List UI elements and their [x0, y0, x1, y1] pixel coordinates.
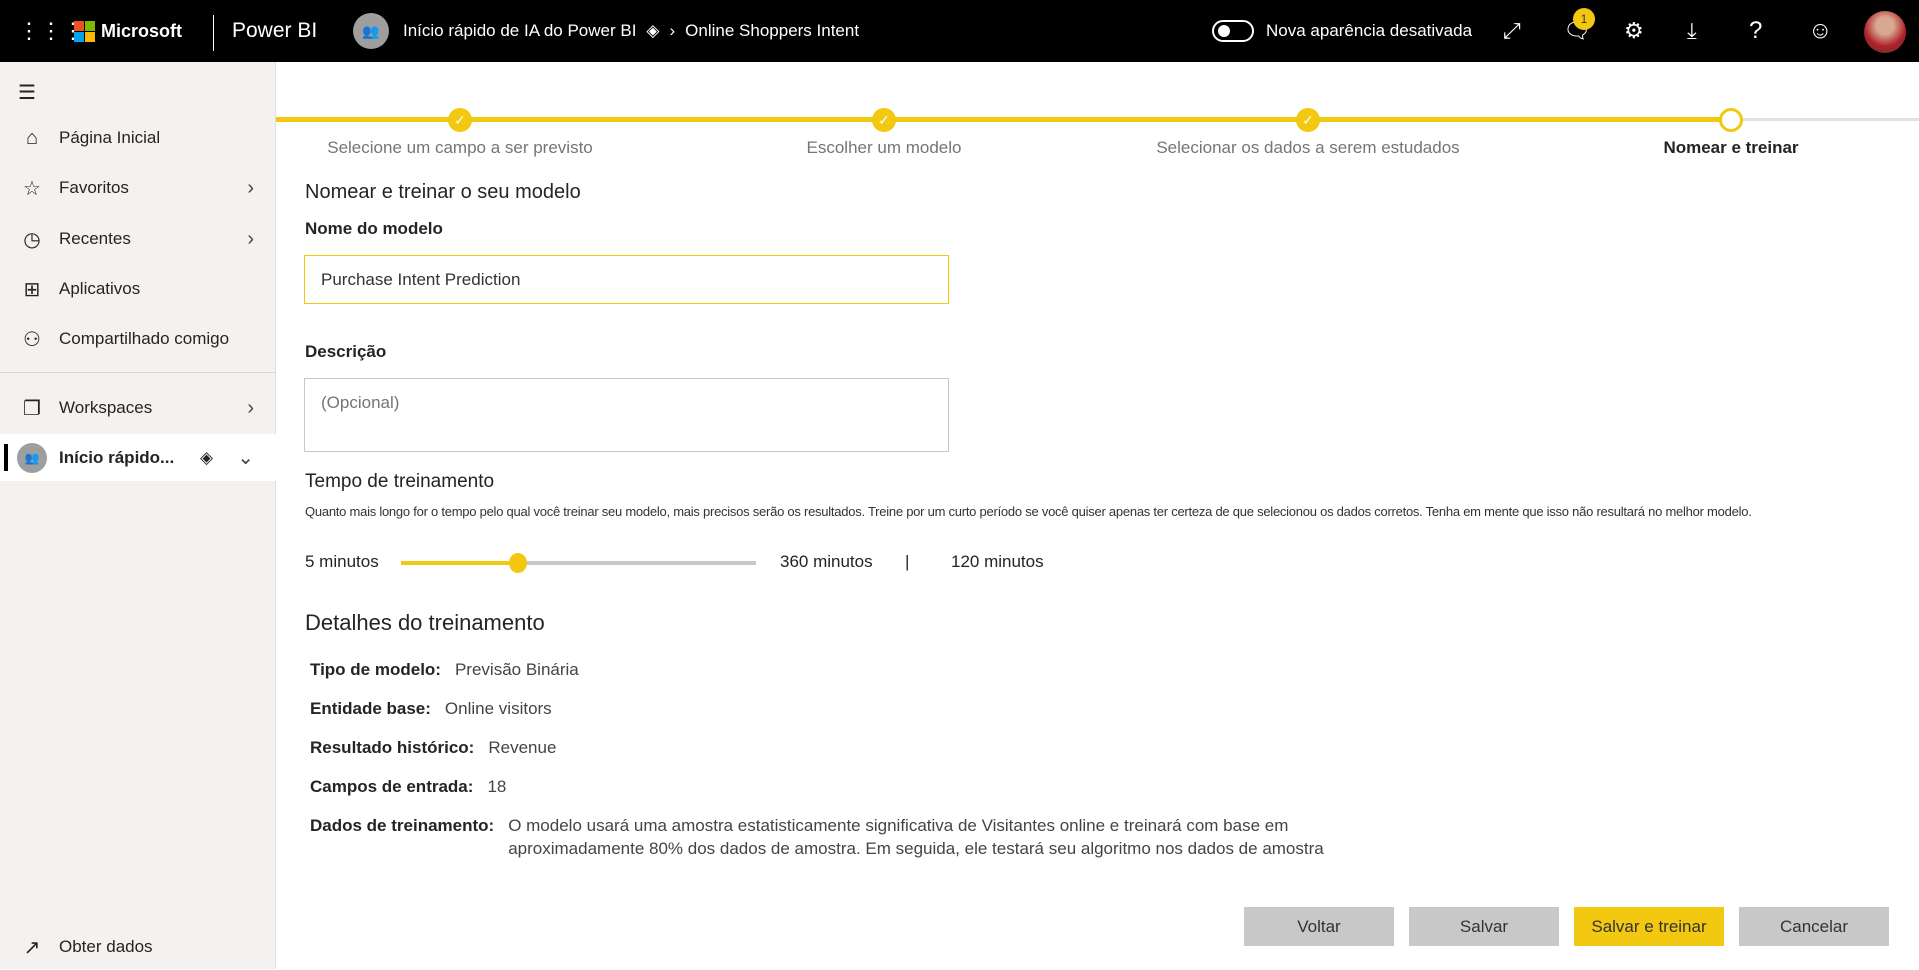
- avatar[interactable]: [1864, 11, 1906, 53]
- slider-min-label: 5 minutos: [305, 552, 379, 571]
- details-title: Detalhes do treinamento: [305, 610, 545, 635]
- hamburger-menu-icon[interactable]: ☰: [18, 80, 36, 105]
- sidebar-item-workspaces[interactable]: ❐ Workspaces ›: [0, 385, 276, 431]
- page-title: Nomear e treinar o seu modelo: [305, 181, 581, 203]
- training-time-help: Quanto mais longo for o tempo pelo qual …: [305, 504, 1752, 519]
- premium-diamond-icon: ◈: [646, 21, 660, 40]
- slider-thumb[interactable]: [509, 553, 528, 573]
- training-time-slider[interactable]: [401, 553, 756, 573]
- sidebar-item-favorites[interactable]: ☆ Favoritos ›: [0, 165, 276, 211]
- save-button[interactable]: Salvar: [1409, 907, 1559, 946]
- chevron-right-icon: ›: [247, 227, 254, 250]
- workspace-icon: 👥: [353, 13, 389, 49]
- step-4-label: Nomear e treinar: [1663, 138, 1799, 157]
- sidebar-item-recent[interactable]: ◷ Recentes ›: [0, 216, 276, 262]
- feedback-smiley-icon[interactable]: ☺: [1808, 0, 1833, 62]
- cancel-button[interactable]: Cancelar: [1739, 907, 1889, 946]
- breadcrumb: 👥 Início rápido de IA do Power BI ◈ › On…: [353, 0, 859, 62]
- step-2-label[interactable]: Escolher um modelo: [807, 138, 962, 158]
- workspace-icon: 👥: [17, 442, 47, 473]
- save-and-train-button[interactable]: Salvar e treinar: [1574, 907, 1724, 946]
- model-name-label: Nome do modelo: [305, 219, 443, 238]
- step-3-label[interactable]: Selecionar os dados a serem estudados: [1156, 138, 1459, 158]
- breadcrumb-workspace[interactable]: Início rápido de IA do Power BI: [403, 21, 636, 41]
- premium-diamond-icon: ◈: [200, 447, 214, 467]
- description-input[interactable]: [304, 378, 949, 452]
- power-bi-title[interactable]: Power BI: [232, 0, 317, 62]
- chevron-right-icon: ›: [247, 396, 254, 419]
- model-name-input[interactable]: [304, 255, 949, 304]
- step-1-label[interactable]: Selecione um campo a ser previsto: [327, 138, 593, 158]
- detail-row: Tipo de modelo: Previsão Binária: [310, 660, 579, 679]
- sidebar-item-shared[interactable]: ⚇ Compartilhado comigo: [0, 316, 276, 362]
- back-button[interactable]: Voltar: [1244, 907, 1394, 946]
- new-look-toggle[interactable]: Nova aparência desativada: [1212, 0, 1472, 62]
- detail-row: Campos de entrada: 18: [310, 777, 507, 796]
- detail-row: Resultado histórico: Revenue: [310, 738, 557, 757]
- workspaces-icon: ❐: [23, 397, 41, 420]
- home-icon: ⌂: [25, 126, 39, 149]
- step-2-check-icon[interactable]: ✓: [872, 108, 896, 132]
- training-time-label: Tempo de treinamento: [305, 471, 495, 492]
- shared-people-icon: ⚇: [23, 328, 41, 351]
- download-icon[interactable]: ⤓: [1687, 0, 1697, 62]
- microsoft-logo: Microsoft: [74, 0, 182, 62]
- divider: [0, 372, 276, 373]
- settings-icon[interactable]: ⚙: [1624, 0, 1644, 62]
- expand-icon[interactable]: ⤢: [1503, 0, 1521, 62]
- slider-fill: [401, 561, 519, 565]
- help-icon[interactable]: ?: [1749, 0, 1762, 62]
- stepper-track: [1731, 118, 1919, 121]
- step-4-current[interactable]: [1719, 108, 1743, 132]
- detail-row: Dados de treinamento: O modelo usará uma …: [310, 816, 1324, 858]
- notification-badge: 1: [1573, 8, 1595, 30]
- top-bar: ⋮⋮⋮ Microsoft Power BI 👥 Início rápido d…: [0, 0, 1919, 62]
- sidebar-item-home[interactable]: ⌂ Página Inicial: [0, 115, 276, 161]
- star-icon: ☆: [23, 177, 41, 200]
- detail-row: Entidade base: Online visitors: [310, 699, 552, 718]
- stepper-progress: [276, 117, 1731, 122]
- sidebar: ☰ ⌂ Página Inicial ☆ Favoritos › ◷ Recentes ›…: [0, 62, 276, 969]
- apps-icon: ⊞: [23, 278, 41, 301]
- notifications-icon[interactable]: 🗨 1: [1563, 0, 1595, 62]
- slider-value: 120 minutos: [951, 552, 1044, 571]
- get-data-link[interactable]: ↗ Obter dados: [0, 924, 276, 970]
- sidebar-item-current-workspace[interactable]: 👥 Início rápido... ◈ ⌄: [0, 434, 276, 481]
- arrow-up-left-icon: ↗: [23, 936, 41, 959]
- step-3-check-icon[interactable]: ✓: [1296, 108, 1320, 132]
- sidebar-item-apps[interactable]: ⊞ Aplicativos: [0, 266, 276, 312]
- clock-icon: ◷: [23, 228, 41, 251]
- breadcrumb-page[interactable]: Online Shoppers Intent: [685, 21, 859, 41]
- slider-separator: |: [905, 552, 910, 571]
- description-label: Descrição: [305, 342, 387, 361]
- chevron-down-icon: ⌄: [237, 447, 254, 469]
- slider-max-label: 360 minutos: [780, 552, 873, 571]
- step-1-check-icon[interactable]: ✓: [448, 108, 472, 132]
- chevron-right-icon: ›: [247, 176, 254, 199]
- chevron-right-icon: ›: [669, 21, 676, 40]
